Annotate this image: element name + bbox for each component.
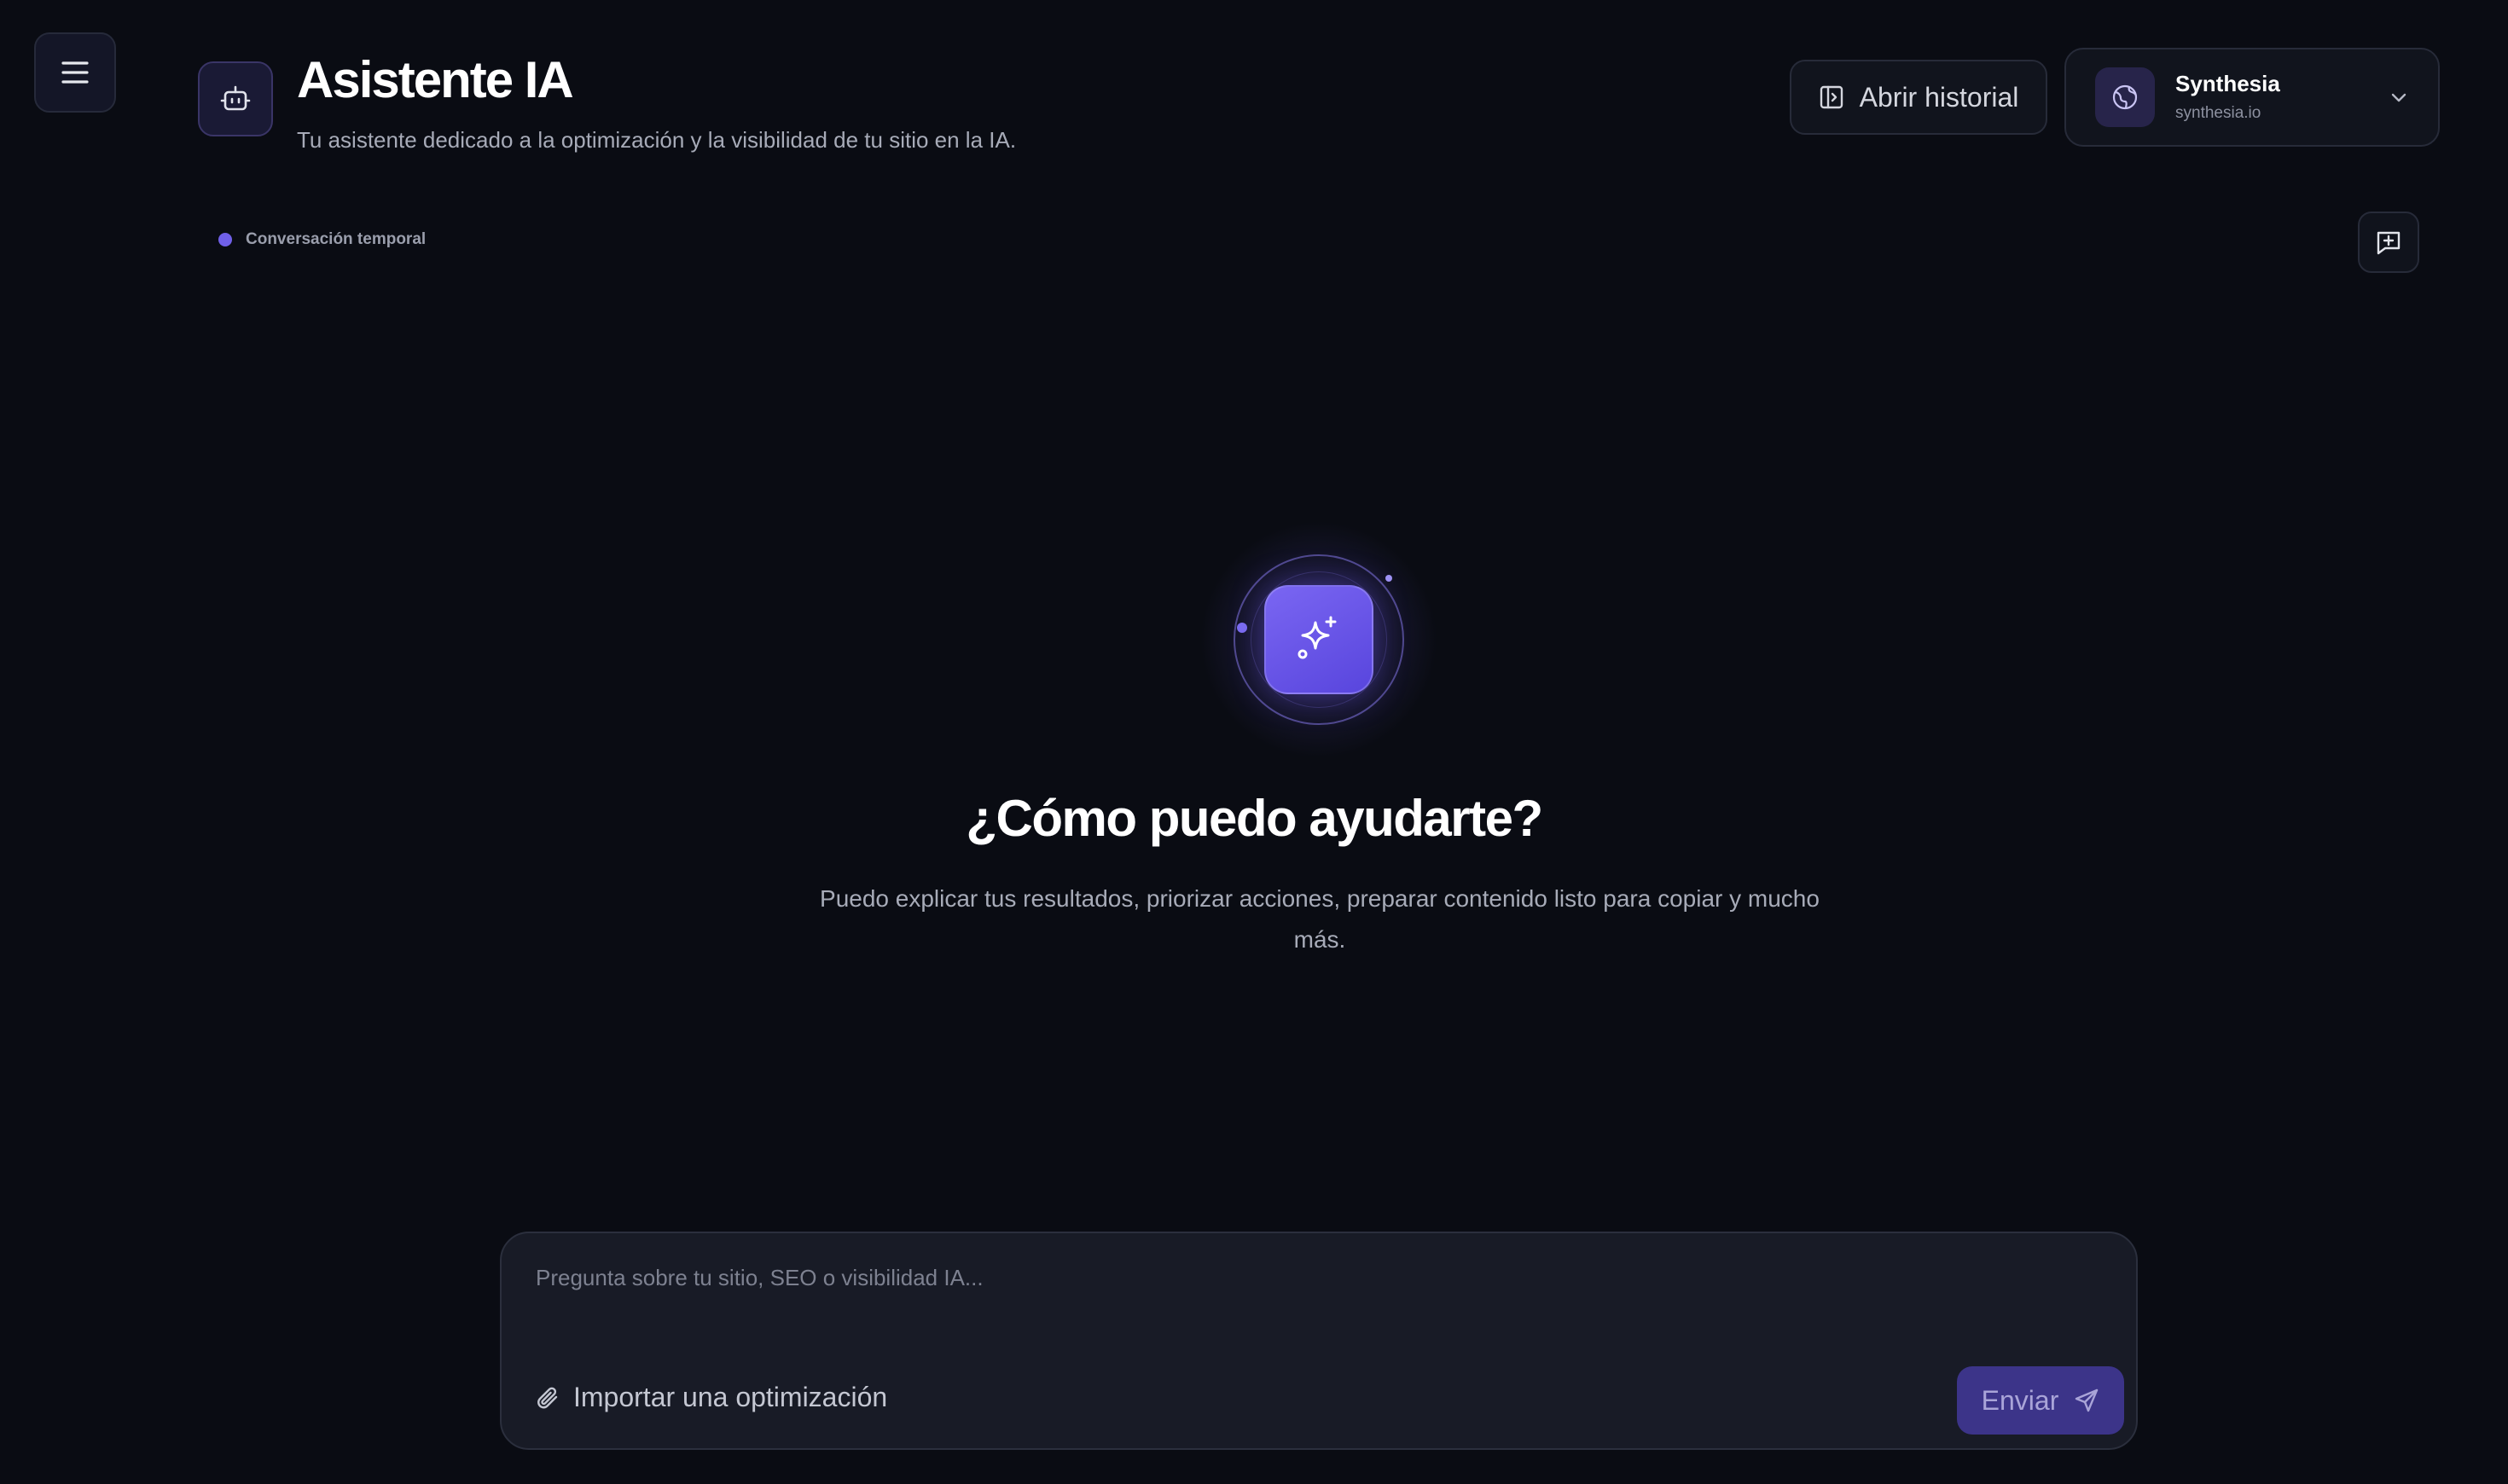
page-subtitle: Tu asistente dedicado a la optimización … <box>297 127 1017 153</box>
sidebar-panel-icon <box>1820 85 1843 109</box>
open-history-label: Abrir historial <box>1859 81 2019 113</box>
site-chevron <box>2389 87 2409 107</box>
send-button[interactable]: Enviar <box>1957 1366 2124 1435</box>
header-assistant-icon <box>198 61 273 136</box>
status-dot <box>218 233 232 246</box>
hero-description: Puedo explicar tus resultados, priorizar… <box>820 885 1820 953</box>
hero-emblem <box>1199 520 1438 759</box>
new-conversation-button[interactable] <box>2358 212 2419 273</box>
site-text: Synthesia synthesia.io <box>2175 69 2389 125</box>
hero-title: ¿Cómo puedo ayudarte? <box>966 790 1543 847</box>
hero-orbit-dot <box>1385 575 1392 582</box>
globe-icon <box>2112 84 2138 110</box>
hero-tile <box>1264 585 1373 694</box>
site-avatar <box>2095 67 2155 127</box>
message-plus-icon <box>2377 231 2401 255</box>
robot-icon <box>220 85 251 111</box>
hero-orbit-dot <box>1237 623 1247 633</box>
site-name: Synthesia <box>2175 71 2280 96</box>
chevron-down-icon <box>2391 93 2406 102</box>
site-domain: synthesia.io <box>2175 104 2261 122</box>
paperclip-icon <box>537 1387 558 1408</box>
import-optimization-label: Importar una optimización <box>573 1382 888 1412</box>
conversation-status: Conversación temporal <box>218 230 426 249</box>
assistant-page: Asistente IA Tu asistente dedicado a la … <box>0 0 2508 1484</box>
sparkles-icon <box>1298 616 1337 659</box>
conversation-status-label: Conversación temporal <box>246 230 427 248</box>
message-input[interactable] <box>536 1264 2097 1332</box>
open-history-button[interactable]: Abrir historial <box>1790 60 2047 135</box>
message-composer: Importar una optimización Enviar <box>500 1232 2138 1450</box>
menu-button[interactable] <box>34 32 116 113</box>
import-optimization-button[interactable]: Importar una optimización <box>534 1382 887 1413</box>
menu-icon <box>61 61 89 84</box>
page-title: Asistente IA <box>297 51 574 108</box>
site-selector[interactable]: Synthesia synthesia.io <box>2064 48 2440 147</box>
send-icon <box>2075 1388 2099 1412</box>
send-label: Enviar <box>1981 1384 2059 1416</box>
